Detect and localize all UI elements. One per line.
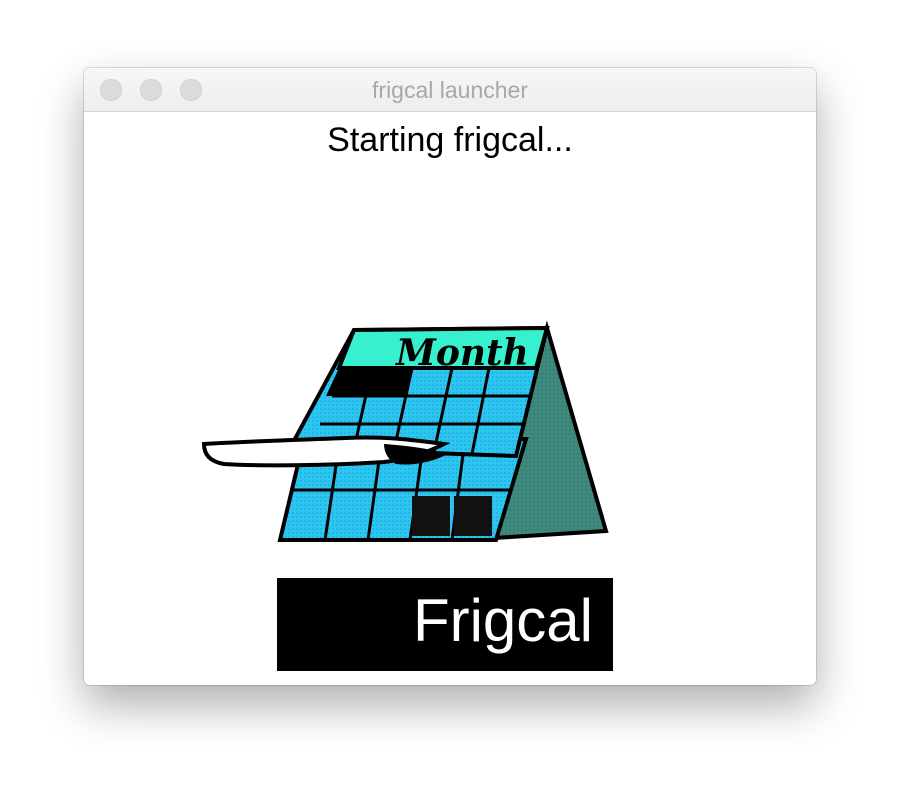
logo-text: Frigcal: [412, 587, 593, 654]
calendar-blank-cell: [412, 496, 450, 536]
launcher-window: frigcal launcher Starting frigcal... Mon…: [84, 68, 816, 685]
calendar-blank-cell: [454, 496, 492, 536]
frigcal-logo: Frigcal: [277, 578, 613, 671]
calendar-header-text: Month: [394, 332, 529, 374]
